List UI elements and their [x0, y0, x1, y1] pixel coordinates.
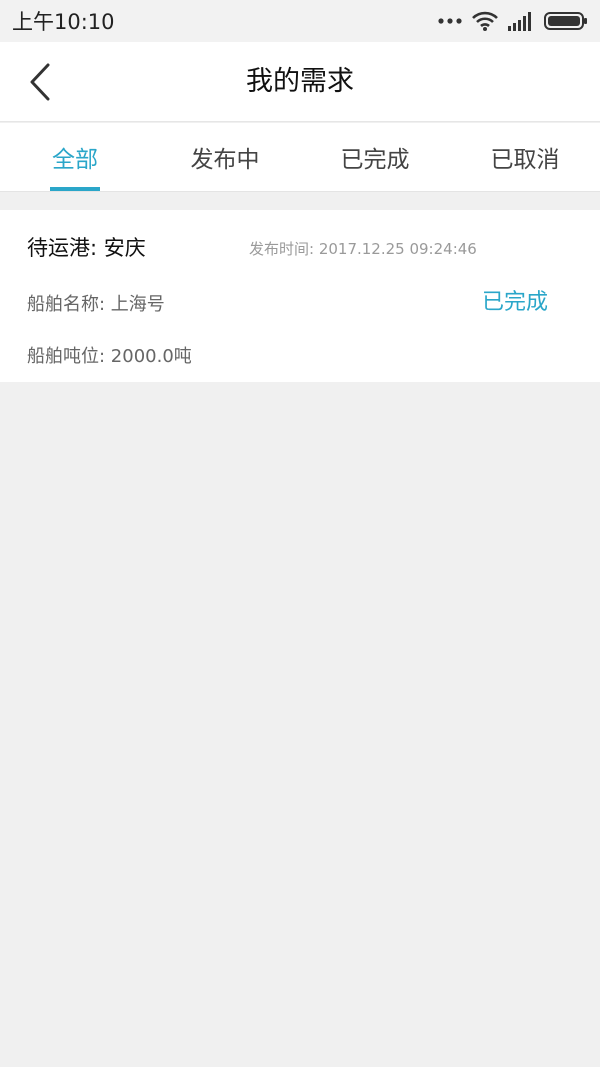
tab-completed[interactable]: 已完成	[300, 123, 450, 191]
more-dots-icon	[438, 18, 462, 24]
signal-icon	[508, 12, 531, 31]
wifi-icon	[472, 11, 498, 31]
status-badge: 已完成	[481, 290, 548, 315]
tab-all[interactable]: 全部	[0, 123, 150, 191]
nav-bar: 我的需求	[0, 42, 600, 122]
status-icons	[438, 11, 588, 31]
tab-cancelled[interactable]: 已取消	[450, 123, 600, 191]
status-bar: 上午10:10	[0, 0, 600, 42]
page-title: 我的需求	[246, 66, 354, 97]
publish-time: 发布时间: 2017.12.25 09:24:46	[249, 240, 477, 258]
ship-name: 船舶名称: 上海号	[27, 294, 165, 315]
status-time: 上午10:10	[12, 10, 115, 34]
battery-icon	[544, 12, 587, 30]
port-text: 待运港: 安庆	[27, 236, 146, 260]
ship-tonnage: 船舶吨位: 2000.0吨	[27, 346, 192, 367]
demand-card[interactable]: 待运港: 安庆 发布时间: 2017.12.25 09:24:46 船舶名称: …	[0, 210, 600, 382]
tab-bar: 全部 发布中 已完成 已取消	[0, 123, 600, 192]
tab-publishing[interactable]: 发布中	[150, 123, 300, 191]
